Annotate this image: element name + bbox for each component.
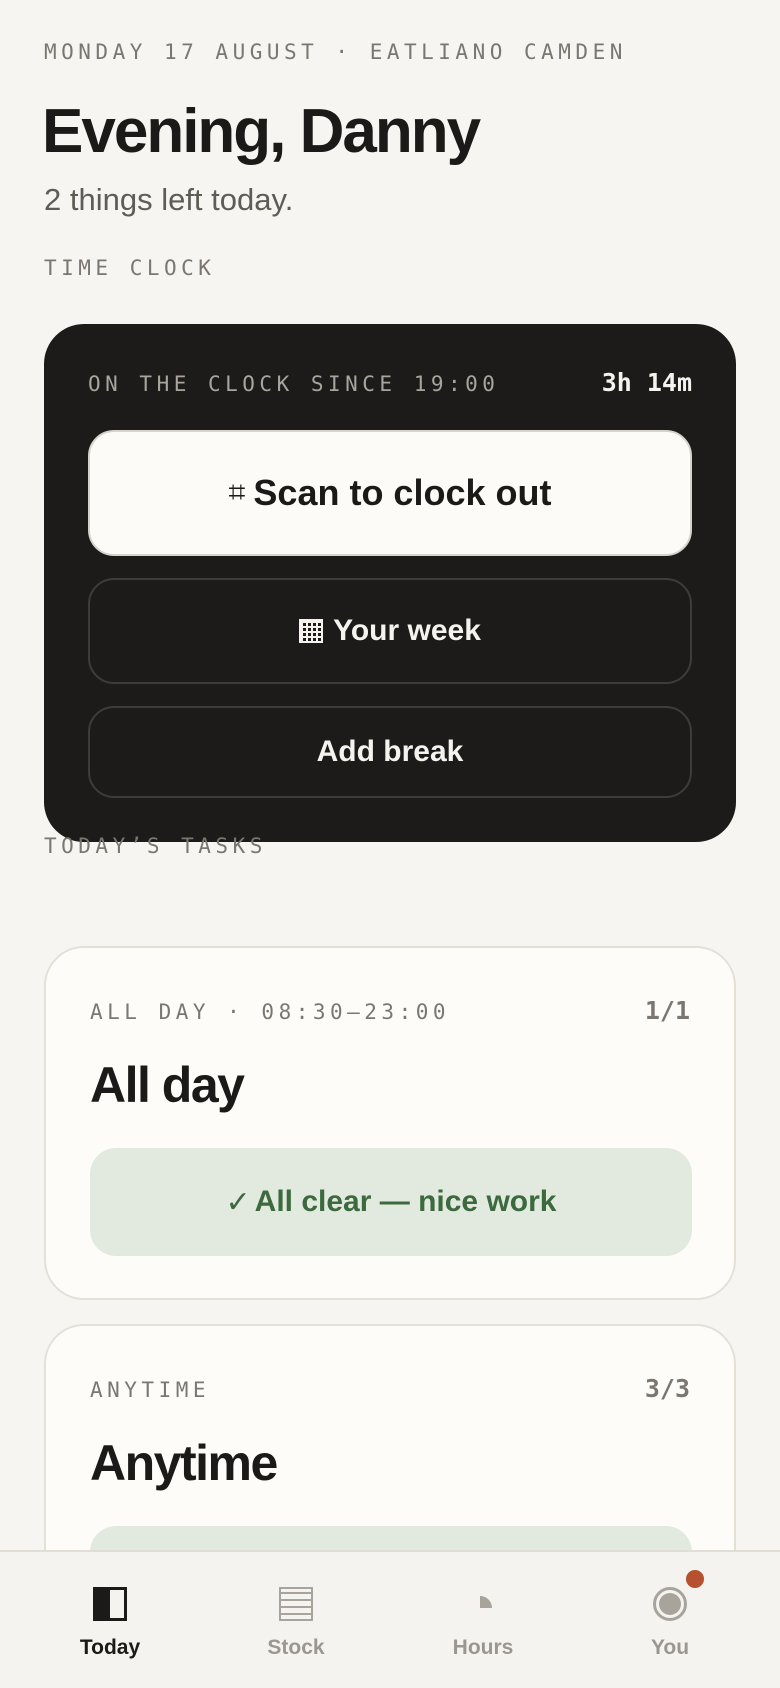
hash-icon: ⌗ bbox=[228, 476, 246, 509]
task-group-title: All day bbox=[90, 1057, 245, 1113]
stock-icon bbox=[276, 1584, 316, 1624]
your-week-button[interactable]: Your week bbox=[88, 578, 692, 684]
task-group-count: 3/3 bbox=[644, 1374, 690, 1403]
scan-to-clock-out-button[interactable]: ⌗ Scan to clock out bbox=[88, 430, 692, 556]
nav-tab-label: You bbox=[650, 1636, 690, 1659]
task-group-meta: ALL DAY · 08:30–23:00 bbox=[90, 1000, 451, 1024]
time-clock-section-label: TIME CLOCK bbox=[44, 256, 216, 280]
time-clock-card: ON THE CLOCK SINCE 19:00 3h 14m ⌗ Scan t… bbox=[44, 324, 736, 842]
hours-icon bbox=[463, 1584, 503, 1624]
nav-tab-stock[interactable]: Stock bbox=[226, 1552, 366, 1688]
todays-tasks-section-label: TODAY’S TASKS bbox=[44, 834, 267, 858]
task-group-title: Anytime bbox=[90, 1435, 278, 1491]
check-icon: ✓ bbox=[225, 1185, 251, 1219]
date-location-eyebrow: MONDAY 17 AUGUST · EATLIANO CAMDEN bbox=[44, 40, 627, 64]
today-screen: MONDAY 17 AUGUST · EATLIANO CAMDEN Eveni… bbox=[0, 0, 780, 1688]
greeting-title: Evening, Danny bbox=[42, 97, 481, 166]
bottom-navigation: Today Stock Hours You bbox=[0, 1550, 780, 1688]
clock-duration: 3h 14m bbox=[601, 368, 692, 397]
task-group-count: 1/1 bbox=[644, 996, 690, 1025]
task-group-status-text: All clear — nice work bbox=[254, 1185, 557, 1218]
add-break-label: Add break bbox=[316, 735, 464, 768]
nav-tab-label: Stock bbox=[267, 1636, 325, 1659]
scan-button-label: Scan to clock out bbox=[253, 472, 552, 513]
notification-dot bbox=[686, 1570, 704, 1588]
nav-tab-today[interactable]: Today bbox=[40, 1552, 180, 1688]
clock-since-label: ON THE CLOCK SINCE 19:00 bbox=[88, 372, 500, 396]
nav-tab-hours[interactable]: Hours bbox=[413, 1552, 553, 1688]
task-group-meta: ANYTIME bbox=[90, 1378, 211, 1402]
nav-tab-you[interactable]: You bbox=[600, 1552, 740, 1688]
nav-tab-label: Hours bbox=[452, 1636, 514, 1659]
profile-icon bbox=[650, 1584, 690, 1624]
your-week-label: Your week bbox=[333, 614, 481, 647]
add-break-button[interactable]: Add break bbox=[88, 706, 692, 798]
calendar-grid-icon bbox=[299, 619, 324, 643]
remaining-summary: 2 things left today. bbox=[44, 182, 294, 217]
task-group-status-banner: ✓ All clear — nice work bbox=[90, 1148, 692, 1256]
today-icon bbox=[90, 1584, 130, 1624]
nav-tab-label: Today bbox=[79, 1636, 141, 1659]
task-group-card[interactable]: ALL DAY · 08:30–23:00 1/1 All day ✓ All … bbox=[44, 946, 736, 1300]
